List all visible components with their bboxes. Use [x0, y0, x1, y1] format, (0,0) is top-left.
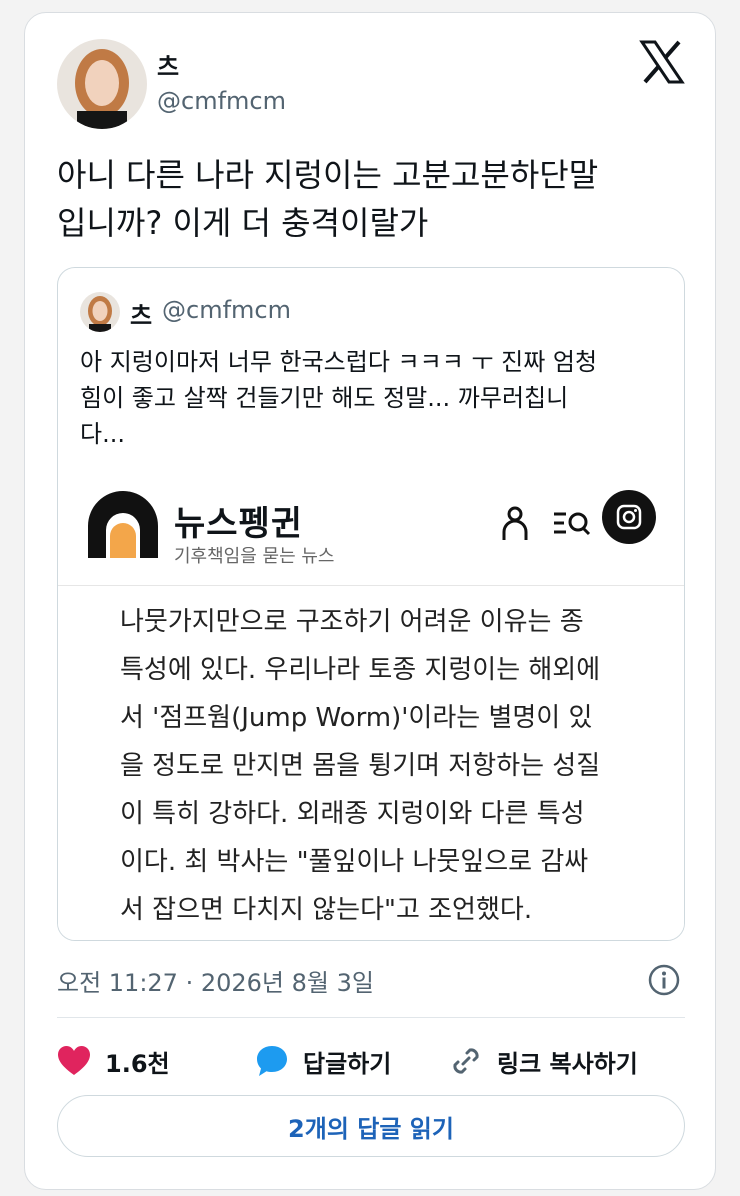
news-header: 뉴스펭귄 기후책임을 묻는 뉴스: [58, 468, 684, 586]
x-logo-icon[interactable]: [639, 39, 685, 85]
speech-bubble-icon: [257, 1046, 287, 1076]
like-button[interactable]: 1.6천: [57, 1041, 170, 1081]
like-count: 1.6천: [105, 1049, 170, 1078]
tweet-actions: 1.6천 답글하기 링크 복사하기: [57, 1041, 685, 1081]
person-icon: [502, 506, 528, 540]
article-screenshot: 뉴스펭귄 기후책임을 묻는 뉴스 나뭇가지만으로 구조하기 어려운 이유는 종 …: [58, 468, 684, 940]
article-body: 나뭇가지만으로 구조하기 어려운 이유는 종 특성에 있다. 우리나라 토종 지…: [120, 598, 640, 934]
divider: [57, 1017, 685, 1018]
article-line: 서 '점프웜(Jump Worm)'이라는 별명이 있: [120, 703, 593, 733]
author-handle[interactable]: @cmfmcm: [157, 87, 286, 115]
info-icon[interactable]: [647, 963, 681, 997]
article-line: 서 잡으면 다치지 않는다"고 조언했다.: [120, 895, 533, 925]
tweet-card: 츠 @cmfmcm 아니 다른 나라 지렁이는 고분고분하단말 입니까? 이게 …: [24, 12, 716, 1190]
quoted-text: 아 지렁이마저 너무 한국스럽다 ㅋㅋㅋ ㅜ 진짜 엄청 힘이 좋고 살짝 건들…: [80, 344, 670, 452]
reply-label: 답글하기: [303, 1049, 392, 1078]
copy-link-button[interactable]: 링크 복사하기: [449, 1041, 638, 1081]
instagram-button: [602, 490, 656, 544]
instagram-icon: [616, 504, 642, 530]
tweet-text-line: 입니까? 이게 더 충격이랄가: [57, 204, 429, 242]
author-avatar[interactable]: [57, 39, 147, 129]
article-line: 특성에 있다. 우리나라 토종 지렁이는 해외에: [120, 655, 601, 685]
article-line: 이다. 최 박사는 "풀잎이나 나뭇잎으로 감싸: [120, 847, 589, 877]
news-logo-icon: [88, 491, 158, 558]
quoted-text-line: 힘이 좋고 살짝 건들기만 해도 정말... 까무러칩니: [80, 384, 569, 412]
article-line: 을 정도로 만지면 몸을 튕기며 저항하는 성질: [120, 751, 601, 781]
quoted-text-line: 아 지렁이마저 너무 한국스럽다 ㅋㅋㅋ ㅜ 진짜 엄청: [80, 348, 598, 376]
heart-icon: [58, 1046, 90, 1075]
news-tagline: 기후책임을 묻는 뉴스: [174, 546, 335, 567]
quoted-display-name: 츠: [130, 302, 153, 330]
link-icon: [453, 1048, 479, 1074]
author-display-name[interactable]: 츠: [157, 47, 179, 82]
read-replies-button[interactable]: 2개의 답글 읽기: [57, 1095, 685, 1157]
copy-link-label: 링크 복사하기: [497, 1049, 638, 1078]
tweet-text: 아니 다른 나라 지렁이는 고분고분하단말 입니까? 이게 더 충격이랄가: [57, 151, 687, 247]
reply-button[interactable]: 답글하기: [255, 1041, 391, 1081]
news-brand: 뉴스펭귄: [174, 504, 304, 544]
quoted-handle: @cmfmcm: [162, 296, 291, 324]
quoted-author-avatar: [80, 292, 120, 332]
quoted-tweet[interactable]: 츠 @cmfmcm 아 지렁이마저 너무 한국스럽다 ㅋㅋㅋ ㅜ 진짜 엄청 힘…: [57, 267, 685, 941]
article-line: 나뭇가지만으로 구조하기 어려운 이유는 종: [120, 607, 584, 637]
article-line: 이 특히 강하다. 외래종 지렁이와 다른 특성: [120, 799, 585, 829]
menu-search-icon: [554, 512, 591, 536]
quoted-text-line: 다...: [80, 420, 125, 448]
tweet-timestamp[interactable]: 오전 11:27 · 2026년 8월 3일: [57, 963, 374, 998]
tweet-text-line: 아니 다른 나라 지렁이는 고분고분하단말: [57, 156, 599, 194]
